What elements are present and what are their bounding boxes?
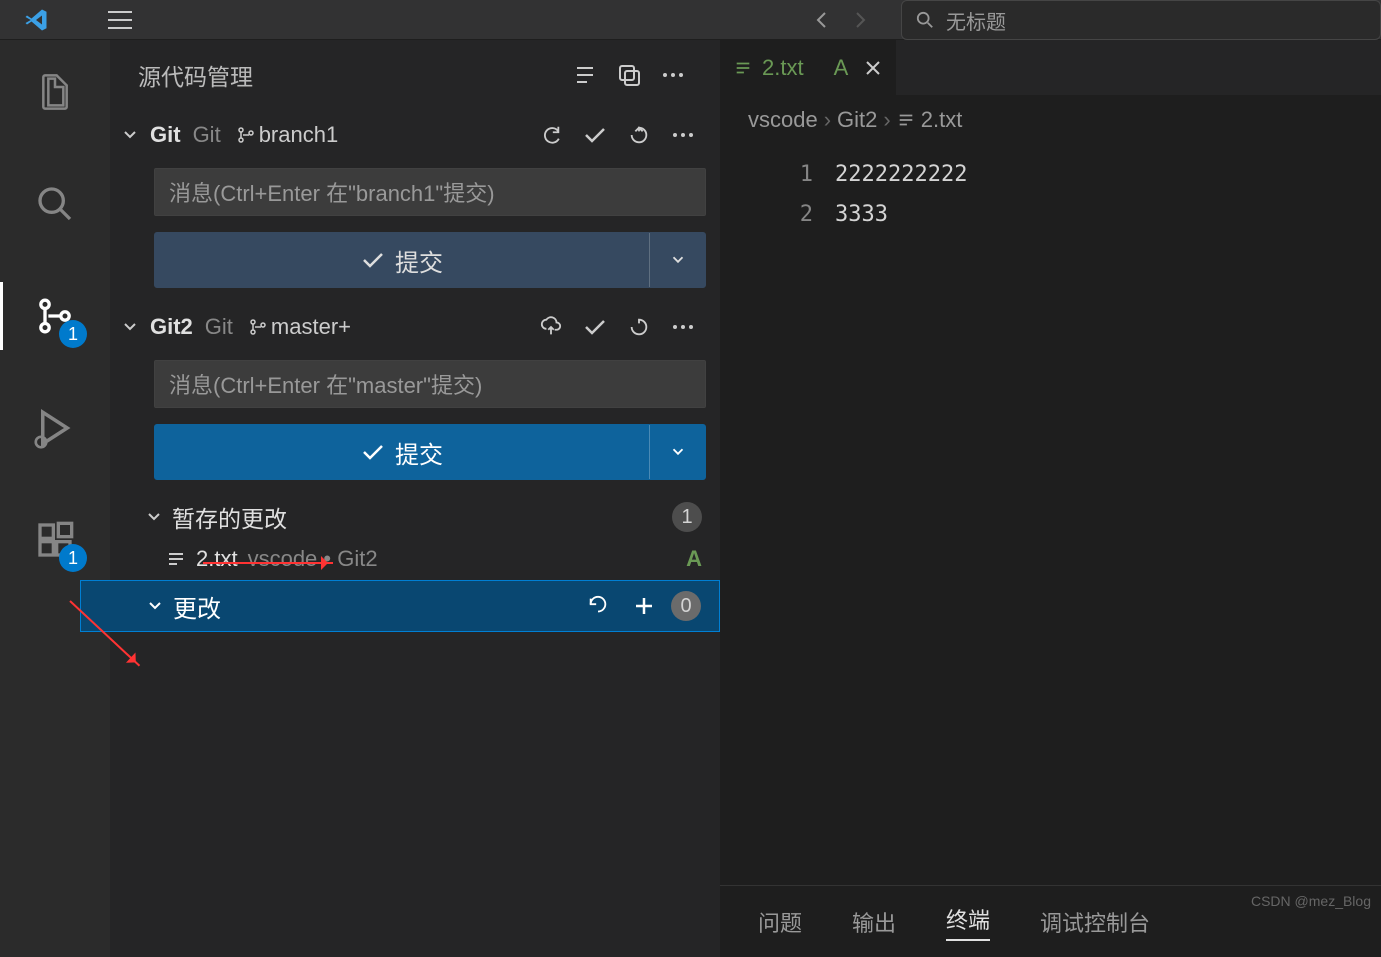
panel-tab-output[interactable]: 输出 [852, 906, 896, 938]
chevron-down-icon [145, 596, 165, 616]
publish-icon[interactable] [532, 308, 570, 346]
staged-section[interactable]: 暂存的更改 1 [110, 494, 720, 540]
repo-header-git[interactable]: Git Git branch1 [110, 110, 720, 160]
discard-all-icon[interactable] [579, 587, 617, 625]
panel-tab-debugconsole[interactable]: 调试控制台 [1040, 906, 1150, 938]
staged-title: 暂存的更改 [172, 500, 287, 534]
line-gutter: 1 2 [720, 145, 835, 885]
panel-tab-terminal[interactable]: 终端 [946, 903, 990, 941]
more-icon[interactable] [664, 116, 702, 154]
repo-type: Git [205, 314, 233, 340]
ext-badge: 1 [59, 544, 87, 572]
panel-tab-problems[interactable]: 问题 [758, 906, 802, 938]
repo-name: Git2 [150, 314, 193, 340]
activity-debug[interactable] [29, 402, 81, 454]
repo-name: Git [150, 122, 181, 148]
chevron-down-icon [120, 125, 140, 145]
activity-scm[interactable]: 1 [29, 290, 81, 342]
chevron-down-icon [120, 317, 140, 337]
view-as-list-icon[interactable] [566, 56, 604, 94]
file-icon [166, 549, 186, 569]
stage-all-icon[interactable] [625, 587, 663, 625]
editor-tab[interactable]: 2.txt A [720, 40, 897, 95]
more-icon[interactable] [654, 56, 692, 94]
activity-explorer[interactable] [29, 66, 81, 118]
activity-extensions[interactable]: 1 [29, 514, 81, 566]
changes-count: 0 [671, 591, 701, 621]
editor-body[interactable]: 1 2 2222222222 3333 [720, 145, 1381, 885]
sidebar-title: 源代码管理 [138, 58, 253, 92]
chevron-down-icon [144, 507, 164, 527]
breadcrumb[interactable]: vscode › Git2 › 2.txt [720, 95, 1381, 145]
branch-button[interactable]: master+ [249, 314, 351, 340]
view-tree-icon[interactable] [610, 56, 648, 94]
commit-dropdown[interactable] [649, 425, 705, 479]
file-name: 2.txt [196, 546, 238, 572]
vscode-logo-icon [24, 8, 48, 32]
tab-status-badge: A [834, 55, 849, 81]
close-tab-icon[interactable] [864, 59, 882, 77]
menu-icon[interactable] [108, 11, 132, 29]
branch-button[interactable]: branch1 [237, 122, 339, 148]
nav-fwd-icon[interactable] [850, 10, 870, 30]
file-icon [734, 59, 752, 77]
changes-title: 更改 [173, 589, 221, 624]
activity-search[interactable] [29, 178, 81, 230]
watermark: CSDN @mez_Blog [1251, 893, 1371, 909]
repo-header-git2[interactable]: Git2 Git master+ [110, 302, 720, 352]
nav-back-icon[interactable] [812, 10, 832, 30]
command-center-placeholder: 无标题 [946, 6, 1006, 35]
commit-button[interactable]: 提交 [154, 232, 706, 288]
refresh-icon[interactable] [620, 308, 658, 346]
refresh-icon[interactable] [620, 116, 658, 154]
commit-message-input[interactable]: 消息(Ctrl+Enter 在"master"提交) [154, 360, 706, 408]
staged-count: 1 [672, 502, 702, 532]
staged-file-row[interactable]: 2.txt vscode • Git2 A [110, 540, 720, 578]
file-status-badge: A [686, 546, 702, 572]
commit-check-icon[interactable] [576, 308, 614, 346]
file-path: vscode • Git2 [248, 546, 378, 572]
commit-button[interactable]: 提交 [154, 424, 706, 480]
sync-icon[interactable] [532, 116, 570, 154]
commit-check-icon[interactable] [576, 116, 614, 154]
commit-dropdown[interactable] [649, 233, 705, 287]
code-content[interactable]: 2222222222 3333 [835, 145, 1381, 885]
file-icon [897, 111, 915, 129]
command-center-input[interactable]: 无标题 [901, 0, 1381, 40]
tab-filename: 2.txt [762, 55, 804, 81]
repo-type: Git [193, 122, 221, 148]
scm-badge: 1 [59, 320, 87, 348]
changes-section[interactable]: 更改 0 [80, 580, 720, 632]
commit-message-input[interactable]: 消息(Ctrl+Enter 在"branch1"提交) [154, 168, 706, 216]
more-icon[interactable] [664, 308, 702, 346]
